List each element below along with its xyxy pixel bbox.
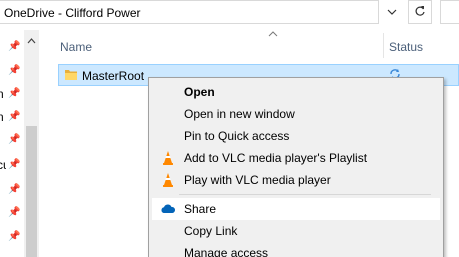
menu-item-add-to-vlc-playlist[interactable]: Add to VLC media player's Playlist xyxy=(152,147,440,169)
address-bar[interactable]: OneDrive - Clifford Power xyxy=(0,0,379,24)
address-dropdown-button[interactable] xyxy=(381,0,403,24)
menu-item-label: Manage access xyxy=(184,246,269,257)
refresh-button[interactable] xyxy=(408,0,432,24)
menu-item-pin-to-quick-access[interactable]: Pin to Quick access xyxy=(152,125,440,147)
column-header: Name Status xyxy=(56,30,459,60)
nav-item-label[interactable]: n xyxy=(0,87,6,101)
menu-item-label: Open in new window xyxy=(184,107,295,121)
pin-icon[interactable]: 📌 xyxy=(8,66,20,76)
menu-item-label: Add to VLC media player's Playlist xyxy=(184,151,368,165)
pin-icon[interactable]: 📌 xyxy=(8,42,20,52)
context-menu: Open Open in new window Pin to Quick acc… xyxy=(148,77,444,257)
onedrive-cloud-icon xyxy=(160,201,176,217)
pin-icon[interactable]: 📌 xyxy=(8,112,20,122)
nav-item-label[interactable]: n xyxy=(0,110,6,124)
address-path: OneDrive - Clifford Power xyxy=(4,6,141,20)
menu-item-label: Share xyxy=(184,202,217,216)
menu-item-copy-link[interactable]: Copy Link xyxy=(152,220,440,242)
vlc-cone-icon xyxy=(160,150,176,166)
column-status[interactable]: Status xyxy=(389,40,423,54)
menu-item-manage-access[interactable]: Manage access xyxy=(152,242,440,257)
vlc-cone-icon xyxy=(160,172,176,188)
column-name[interactable]: Name xyxy=(60,40,92,54)
search-box[interactable] xyxy=(440,0,459,24)
sort-up-icon xyxy=(268,30,280,40)
file-name[interactable]: MasterRoot xyxy=(82,69,144,83)
pin-icon[interactable]: 📌 xyxy=(8,89,20,99)
pin-icon[interactable]: 📌 xyxy=(8,135,20,145)
menu-separator xyxy=(179,194,431,195)
scrollbar-thumb[interactable] xyxy=(26,126,37,257)
pin-icon[interactable]: 📌 xyxy=(8,232,20,242)
menu-item-play-with-vlc[interactable]: Play with VLC media player xyxy=(152,169,440,191)
menu-item-label: Pin to Quick access xyxy=(184,129,290,143)
menu-item-open-in-new-window[interactable]: Open in new window xyxy=(152,103,440,125)
nav-scrollbar[interactable] xyxy=(24,30,39,257)
nav-item-label[interactable]: cu xyxy=(0,158,6,172)
file-explorer-window: OneDrive - Clifford Power 📌 📌 📌 n 📌 n 📌 … xyxy=(0,0,459,257)
menu-item-open[interactable]: Open xyxy=(152,81,440,103)
refresh-icon xyxy=(414,5,426,20)
menu-item-label: Copy Link xyxy=(184,224,238,238)
column-divider[interactable] xyxy=(383,33,384,58)
menu-item-label: Play with VLC media player xyxy=(184,173,331,187)
pin-icon[interactable]: 📌 xyxy=(8,208,20,218)
pin-icon[interactable]: 📌 xyxy=(8,160,20,170)
menu-item-label: Open xyxy=(184,85,215,99)
pin-icon[interactable]: 📌 xyxy=(8,185,20,195)
folder-icon xyxy=(65,69,77,80)
menu-item-share[interactable]: Share xyxy=(152,198,440,220)
chevron-down-icon xyxy=(387,7,397,18)
chevron-up-icon[interactable] xyxy=(24,36,39,48)
